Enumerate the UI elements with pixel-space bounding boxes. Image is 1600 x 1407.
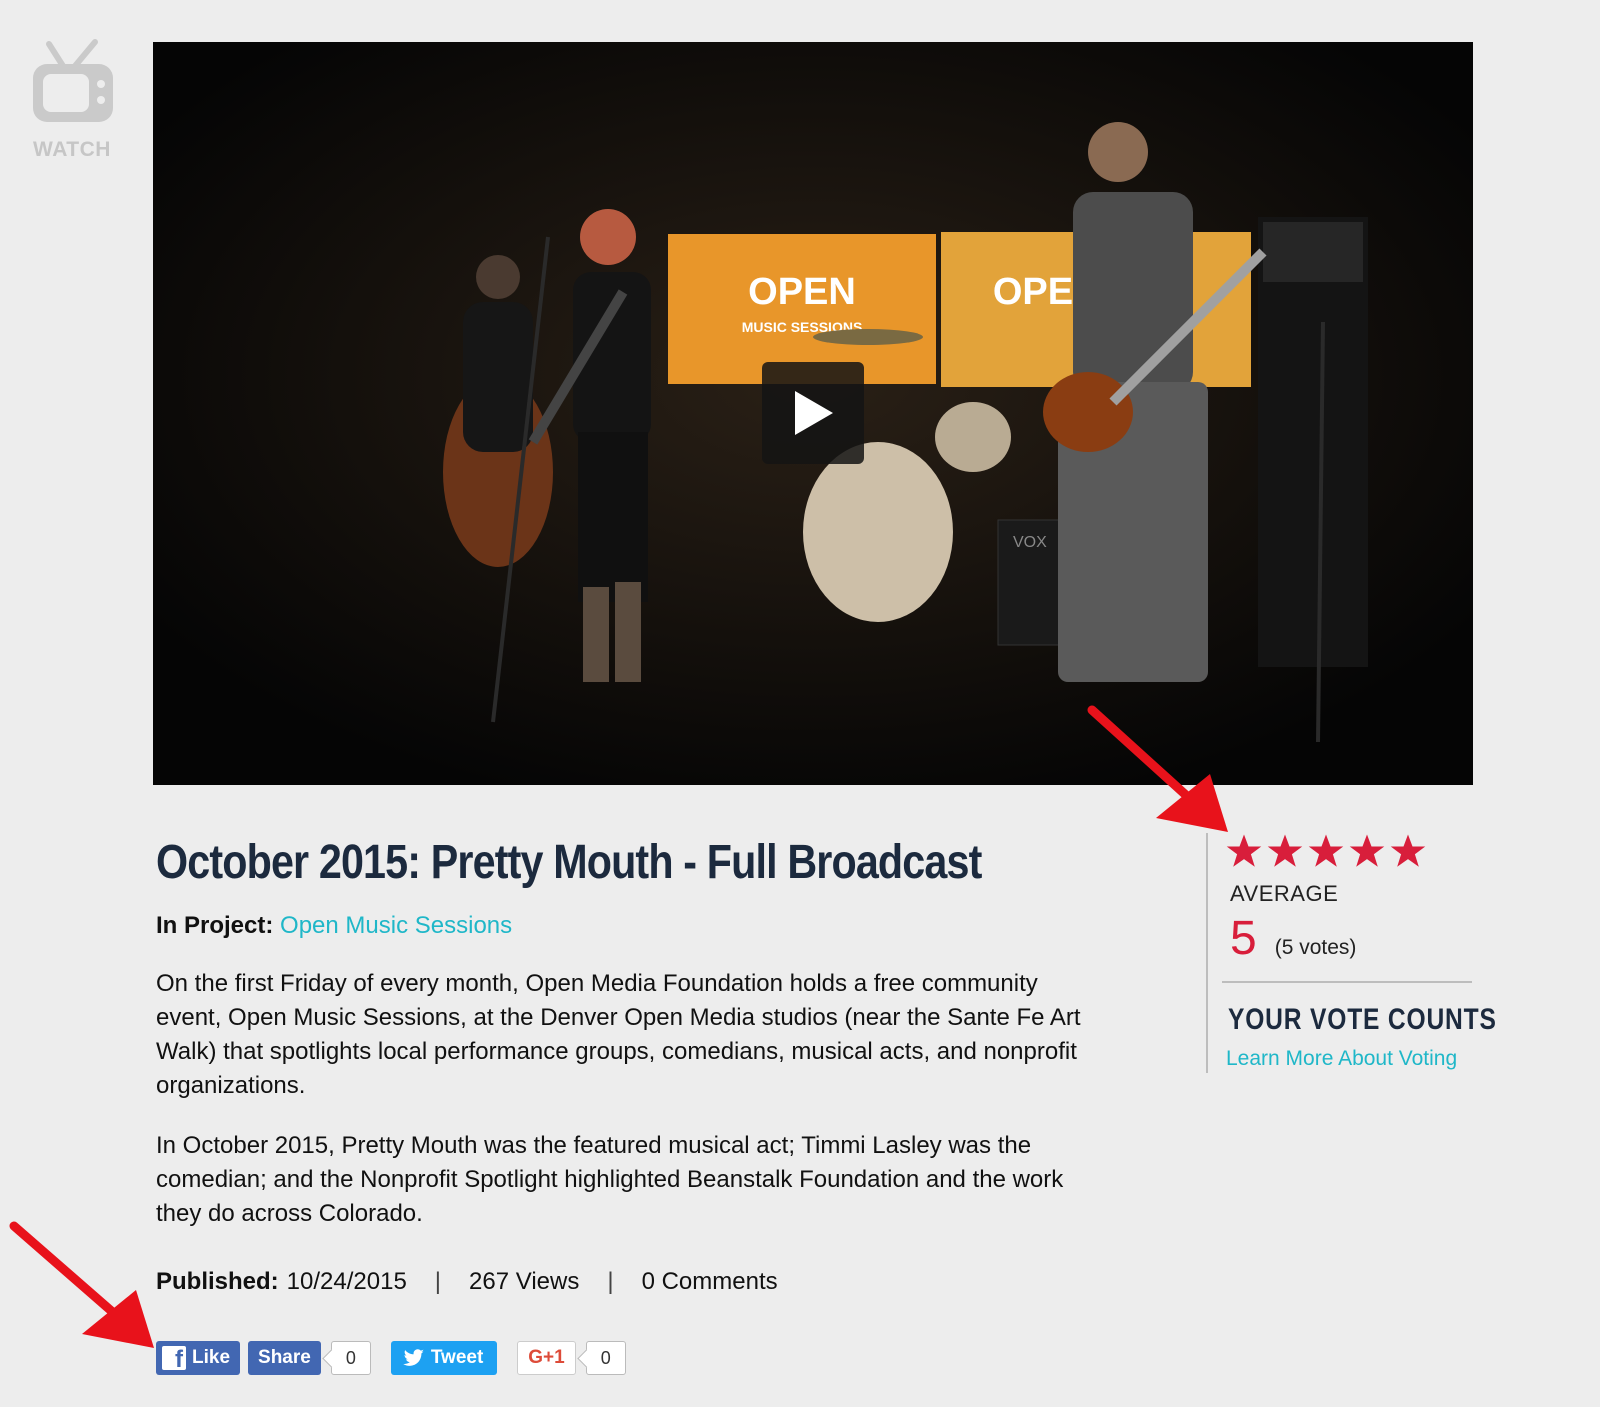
score-row: 5 (5 votes) <box>1230 913 1470 965</box>
meta-separator: | <box>607 1268 614 1295</box>
annotation-arrow <box>9 1221 154 1348</box>
facebook-share-button[interactable]: Share <box>248 1341 321 1375</box>
play-button[interactable] <box>762 362 864 464</box>
description-paragraph: On the first Friday of every month, Open… <box>156 970 1081 1099</box>
published-date: 10/24/2015 <box>286 1268 407 1295</box>
facebook-like-label: Like <box>192 1347 231 1368</box>
screen-logo: OPEN <box>748 271 856 313</box>
rating-divider <box>1222 981 1472 983</box>
star-icon[interactable] <box>1308 833 1344 869</box>
watch-nav-item[interactable]: WATCH <box>24 36 120 162</box>
star-rating[interactable] <box>1226 833 1470 869</box>
average-score: 5 <box>1230 912 1257 965</box>
svg-text:OPE: OPE <box>993 271 1073 313</box>
tweet-button[interactable]: Tweet <box>390 1341 498 1375</box>
video-details: October 2015: Pretty Mouth - Full Broadc… <box>156 835 1086 1297</box>
tv-icon <box>33 39 113 122</box>
social-share-bar: f Like Share 0 Tweet G+1 0 <box>156 1341 626 1375</box>
star-icon[interactable] <box>1390 833 1426 869</box>
facebook-icon: f <box>162 1346 186 1372</box>
description-paragraph: In October 2015, Pretty Mouth was the fe… <box>156 1132 1064 1227</box>
facebook-like-button[interactable]: f Like <box>156 1341 241 1375</box>
meta-separator: | <box>434 1268 442 1295</box>
watch-label: WATCH <box>33 138 111 161</box>
tweet-label: Tweet <box>430 1347 484 1368</box>
vote-count: (5 votes) <box>1274 936 1357 959</box>
google-plus-count: 0 <box>585 1341 626 1375</box>
google-plus-button[interactable]: G+1 <box>517 1341 576 1375</box>
facebook-share-label: Share <box>258 1347 311 1368</box>
comment-count: 0 Comments <box>641 1268 778 1295</box>
published-label: Published: <box>156 1268 279 1295</box>
learn-more-voting-link[interactable]: Learn More About Voting <box>1226 1047 1470 1071</box>
video-meta: Published: 10/24/2015 | 267 Views | 0 Co… <box>156 1267 1086 1297</box>
page-title: October 2015: Pretty Mouth - Full Broadc… <box>156 836 982 889</box>
rating-box: AVERAGE 5 (5 votes) YOUR VOTE COUNTS Lea… <box>1206 833 1497 1073</box>
facebook-share-count: 0 <box>330 1341 371 1375</box>
project-label: In Project: <box>156 912 274 939</box>
twitter-bird-icon <box>403 1349 424 1366</box>
project-line: In Project: Open Music Sessions <box>156 911 1086 941</box>
average-label: AVERAGE <box>1230 881 1339 906</box>
star-icon[interactable] <box>1267 833 1303 869</box>
view-count: 267 Views <box>469 1268 580 1295</box>
video-player[interactable]: OPEN MUSIC SESSIONS OPE VOX <box>153 42 1473 785</box>
google-plus-label: G+1 <box>528 1347 565 1368</box>
star-icon[interactable] <box>1226 833 1262 869</box>
star-icon[interactable] <box>1349 833 1385 869</box>
play-icon <box>795 391 833 435</box>
vote-counts-heading: YOUR VOTE COUNTS <box>1228 1003 1497 1036</box>
amp-label: VOX <box>1013 534 1047 551</box>
project-link[interactable]: Open Music Sessions <box>280 912 512 939</box>
